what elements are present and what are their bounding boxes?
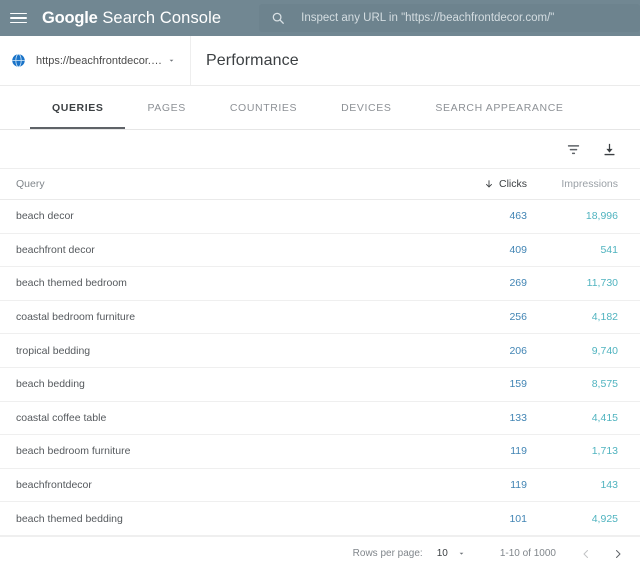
url-inspect-search-box[interactable]: Inspect any URL in "https://beachfrontde… (259, 4, 640, 32)
property-url-label: https://beachfrontdecor.com/ (36, 54, 163, 67)
filter-icon[interactable] (560, 136, 586, 162)
column-header-clicks[interactable]: Clicks (437, 178, 533, 190)
globe-property-icon (10, 52, 27, 69)
cell-clicks[interactable]: 133 (437, 412, 533, 424)
cell-impressions[interactable]: 143 (533, 479, 640, 491)
cell-impressions[interactable]: 8,575 (533, 378, 640, 390)
cell-query: beach themed bedroom (16, 277, 127, 290)
cell-query: coastal bedroom furniture (16, 311, 136, 324)
cell-clicks[interactable]: 159 (437, 378, 533, 390)
tab-queries[interactable]: QUERIES (30, 86, 126, 129)
search-input-placeholder: Inspect any URL in "https://beachfrontde… (301, 12, 555, 24)
cell-query: beach decor (16, 210, 74, 223)
cell-query: beachfrontdecor (16, 479, 92, 492)
cell-clicks[interactable]: 463 (437, 210, 533, 222)
cell-impressions[interactable]: 11,730 (533, 277, 640, 289)
cell-impressions[interactable]: 9,740 (533, 345, 640, 357)
top-header-bar: Google Search Console Inspect any URL in… (0, 0, 640, 36)
tab-countries[interactable]: COUNTRIES (208, 86, 319, 129)
pagination-bar: Rows per page: 10 1-10 of 1000 (0, 535, 640, 571)
pagination-nav (578, 546, 626, 562)
table-row[interactable]: tropical bedding 206 9,740 (0, 334, 640, 368)
cell-query: beach themed bedding (16, 512, 123, 525)
table-row[interactable]: beachfrontdecor 119 143 (0, 469, 640, 503)
table-toolbar (0, 130, 640, 169)
property-title-row: https://beachfrontdecor.com/ Performance (0, 36, 640, 86)
chevron-down-icon[interactable] (167, 56, 176, 65)
cell-clicks[interactable]: 119 (437, 445, 533, 457)
page-title: Performance (206, 51, 299, 69)
table-row[interactable]: beach themed bedding 101 4,925 (0, 502, 640, 536)
chevron-right-icon[interactable] (610, 546, 626, 562)
cell-clicks[interactable]: 256 (437, 311, 533, 323)
table-header-row: Query Clicks Impressions (0, 169, 640, 200)
cell-query: beach bedding (16, 378, 85, 391)
table-row[interactable]: beach themed bedroom 269 11,730 (0, 267, 640, 301)
cell-impressions[interactable]: 4,925 (533, 513, 640, 525)
pagination-range: 1-10 of 1000 (499, 548, 556, 560)
search-console-app: Google Search Console Inspect any URL in… (0, 0, 640, 579)
rows-per-page-select[interactable]: 10 (437, 545, 466, 563)
table-row[interactable]: beach bedroom furniture 119 1,713 (0, 435, 640, 469)
table-row[interactable]: beachfront decor 409 541 (0, 234, 640, 268)
report-tabs: QUERIES PAGES COUNTRIES DEVICES SEARCH A… (0, 86, 640, 130)
column-header-clicks-label: Clicks (499, 178, 527, 190)
cell-query: beachfront decor (16, 243, 95, 256)
hamburger-menu-icon[interactable] (10, 8, 30, 28)
cell-impressions[interactable]: 1,713 (533, 445, 640, 457)
chevron-left-icon[interactable] (578, 546, 594, 562)
tab-devices[interactable]: DEVICES (319, 86, 413, 129)
tab-pages[interactable]: PAGES (125, 86, 207, 129)
rows-per-page-value: 10 (436, 548, 448, 560)
column-header-query[interactable]: Query (0, 178, 437, 190)
table-row[interactable]: beach bedding 159 8,575 (0, 368, 640, 402)
cell-query: beach bedroom furniture (16, 445, 131, 458)
page-background-fill (0, 570, 640, 579)
brand-search-console: Search Console (97, 8, 222, 27)
brand-google: Google (42, 8, 98, 27)
search-icon (271, 11, 285, 25)
cell-impressions[interactable]: 18,996 (533, 210, 640, 222)
cell-impressions[interactable]: 541 (533, 244, 640, 256)
brand-title: Google Search Console (42, 9, 221, 28)
cell-clicks[interactable]: 269 (437, 277, 533, 289)
column-header-impressions[interactable]: Impressions (533, 178, 640, 190)
table-row[interactable]: coastal bedroom furniture 256 4,182 (0, 301, 640, 335)
tab-search-appearance[interactable]: SEARCH APPEARANCE (413, 86, 585, 129)
cell-query: coastal coffee table (16, 411, 107, 424)
cell-query: tropical bedding (16, 344, 91, 357)
table-row[interactable]: coastal coffee table 133 4,415 (0, 402, 640, 436)
cell-clicks[interactable]: 206 (437, 345, 533, 357)
cell-clicks[interactable]: 409 (437, 244, 533, 256)
cell-impressions[interactable]: 4,415 (533, 412, 640, 424)
table-row[interactable]: beach decor 463 18,996 (0, 200, 640, 234)
arrow-down-icon (484, 179, 494, 189)
rows-per-page-label: Rows per page: (352, 548, 423, 560)
chevron-down-icon (457, 545, 466, 563)
property-selector[interactable]: https://beachfrontdecor.com/ (0, 36, 191, 85)
performance-table: Query Clicks Impressions beach decor 463… (0, 169, 640, 579)
download-icon[interactable] (596, 136, 622, 162)
cell-clicks[interactable]: 119 (437, 479, 533, 491)
cell-impressions[interactable]: 4,182 (533, 311, 640, 323)
cell-clicks[interactable]: 101 (437, 513, 533, 525)
